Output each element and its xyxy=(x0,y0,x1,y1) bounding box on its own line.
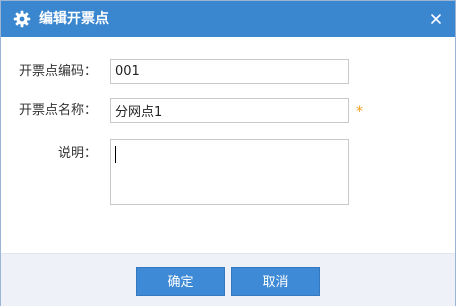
dialog-footer: 确定 取消 xyxy=(1,253,455,306)
name-input[interactable] xyxy=(110,98,349,123)
text-cursor xyxy=(115,146,116,163)
dialog-title: 编辑开票点 xyxy=(39,11,109,27)
required-mark: * xyxy=(356,104,363,120)
cancel-button[interactable]: 取消 xyxy=(231,267,320,296)
close-icon[interactable] xyxy=(429,12,443,26)
dialog-titlebar[interactable]: 编辑开票点 xyxy=(1,1,455,37)
description-label: 说明： xyxy=(57,146,97,161)
ok-button[interactable]: 确定 xyxy=(136,267,225,296)
dialog-body: 开票点编码： 开票点名称： * 说明： xyxy=(1,37,455,253)
description-textarea[interactable] xyxy=(110,139,349,205)
code-input[interactable] xyxy=(110,59,349,84)
gear-icon xyxy=(13,10,31,28)
edit-dialog: 编辑开票点 开票点编码： 开票点名称： * 说明： 确定 取消 xyxy=(0,0,456,306)
code-label: 开票点编码： xyxy=(18,64,97,79)
name-label: 开票点名称： xyxy=(18,103,97,118)
